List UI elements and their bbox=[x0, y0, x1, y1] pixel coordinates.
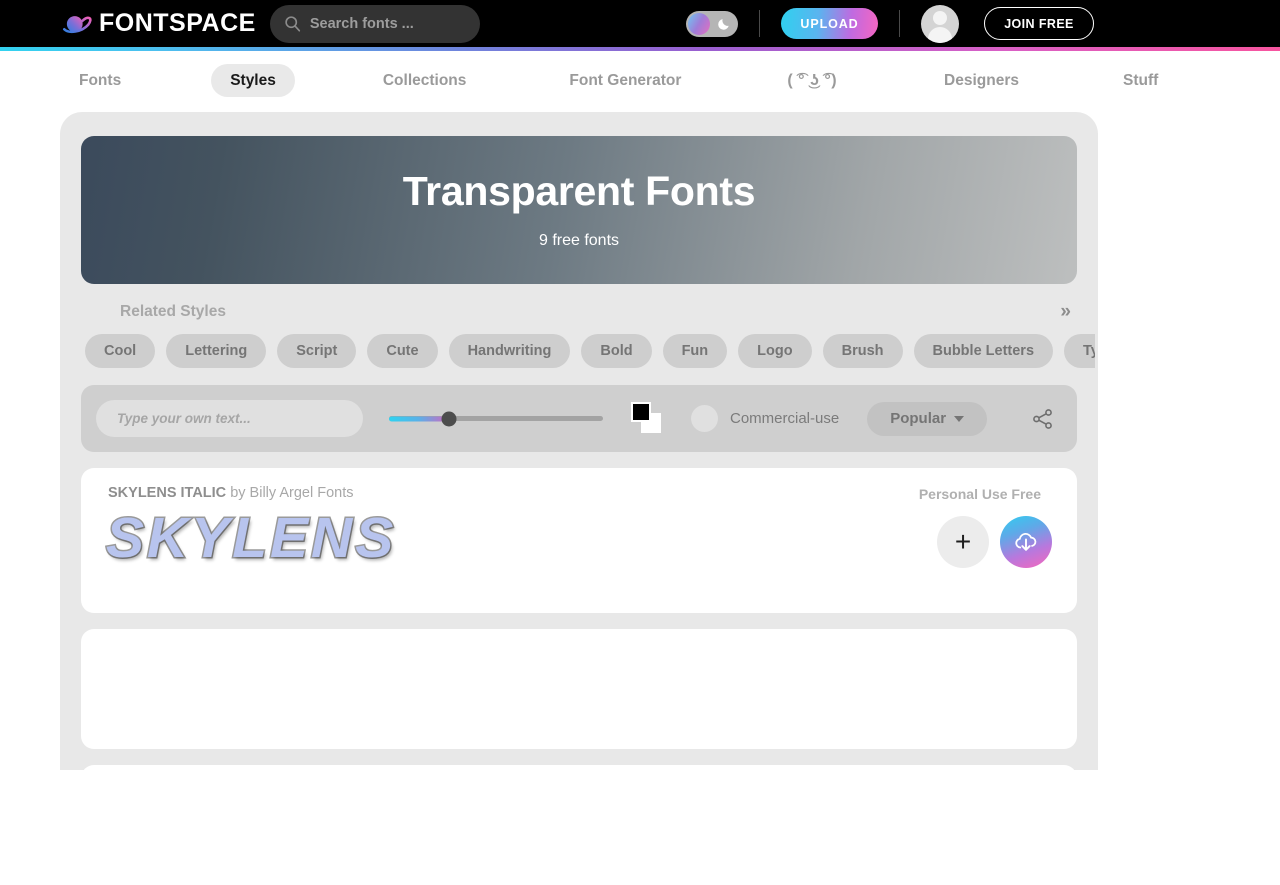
nav-item-fonts[interactable]: Fonts bbox=[60, 64, 140, 98]
toggle-thumb bbox=[688, 12, 710, 35]
logo-text: FONTSPACE bbox=[99, 9, 256, 37]
search-input[interactable] bbox=[309, 15, 460, 32]
related-styles-section: Related Styles » Cool Lettering Script C… bbox=[81, 302, 1095, 369]
nav-item-stuff[interactable]: Stuff bbox=[1104, 64, 1177, 98]
upload-button[interactable]: UPLOAD bbox=[781, 8, 878, 39]
moon-icon bbox=[718, 18, 729, 30]
sort-dropdown-label: Popular bbox=[890, 410, 947, 428]
chip-overflow[interactable]: Ty bbox=[1064, 333, 1095, 369]
preview-toolbar: Commercial-use Popular bbox=[81, 385, 1077, 453]
chip-brush[interactable]: Brush bbox=[822, 333, 903, 369]
related-chips-row[interactable]: Cool Lettering Script Cute Handwriting B… bbox=[85, 333, 1095, 369]
chip-cute[interactable]: Cute bbox=[367, 333, 438, 369]
chip-logo[interactable]: Logo bbox=[738, 333, 812, 369]
commercial-use-label: Commercial-use bbox=[730, 410, 840, 428]
download-button[interactable] bbox=[1000, 516, 1052, 569]
font-count-label: 9 free fonts bbox=[538, 232, 620, 249]
sort-dropdown[interactable]: Popular bbox=[867, 401, 988, 436]
content-container: Transparent Fonts 9 free fonts Related S… bbox=[60, 112, 1098, 885]
site-header: FONTSPACE UPLOAD JOIN FREE bbox=[0, 0, 1280, 47]
divider bbox=[899, 10, 900, 37]
nav-item-kaomoji[interactable]: ( ͡° ͜ʖ ͡°) bbox=[768, 64, 856, 98]
add-to-collection-button[interactable]: + bbox=[937, 516, 989, 569]
font-card-placeholder[interactable] bbox=[81, 765, 1077, 885]
commercial-use-toggle[interactable]: Commercial-use bbox=[691, 405, 840, 433]
chip-cool[interactable]: Cool bbox=[85, 333, 156, 369]
foreground-color-swatch[interactable] bbox=[631, 402, 651, 423]
header-actions: UPLOAD JOIN FREE bbox=[686, 4, 1094, 43]
search-icon bbox=[285, 16, 300, 32]
share-icon[interactable] bbox=[1031, 407, 1055, 431]
font-card-placeholder[interactable] bbox=[81, 629, 1077, 750]
font-card[interactable]: SKYLENS ITALIC by Billy Argel Fonts SKYL… bbox=[81, 468, 1077, 614]
planet-icon bbox=[62, 15, 92, 33]
nav-item-designers[interactable]: Designers bbox=[925, 64, 1038, 98]
font-card-actions: + bbox=[937, 516, 1052, 569]
plus-icon: + bbox=[954, 526, 972, 558]
search-box[interactable] bbox=[269, 4, 480, 43]
font-card-meta: SKYLENS ITALIC by Billy Argel Fonts bbox=[108, 486, 354, 501]
font-preview-text: SKYLENS bbox=[104, 505, 397, 572]
page-title: Transparent Fonts bbox=[402, 168, 756, 214]
chip-fun[interactable]: Fun bbox=[662, 333, 728, 369]
font-author: by Billy Argel Fonts bbox=[230, 485, 354, 502]
chip-script[interactable]: Script bbox=[277, 333, 357, 369]
main-nav: Fonts Styles Collections Font Generator … bbox=[0, 51, 1280, 110]
hero-banner: Transparent Fonts 9 free fonts bbox=[81, 136, 1077, 284]
chip-handwriting[interactable]: Handwriting bbox=[448, 333, 571, 369]
font-preview: SKYLENS bbox=[104, 502, 397, 574]
chip-lettering[interactable]: Lettering bbox=[166, 333, 267, 369]
cloud-download-icon bbox=[1015, 533, 1037, 551]
logo[interactable]: FONTSPACE bbox=[62, 11, 256, 37]
avatar[interactable] bbox=[921, 4, 959, 43]
color-swatches[interactable] bbox=[631, 402, 664, 435]
chip-bold[interactable]: Bold bbox=[581, 333, 652, 369]
theme-toggle[interactable] bbox=[686, 10, 738, 37]
chevron-double-right-icon[interactable]: » bbox=[1060, 302, 1071, 321]
chevron-down-icon bbox=[954, 415, 965, 422]
related-styles-label: Related Styles bbox=[120, 303, 226, 320]
nav-item-styles[interactable]: Styles bbox=[211, 63, 295, 98]
commercial-use-circle[interactable] bbox=[691, 405, 718, 433]
font-name: SKYLENS ITALIC bbox=[108, 485, 227, 502]
divider bbox=[759, 10, 760, 37]
chip-bubble-letters[interactable]: Bubble Letters bbox=[913, 333, 1054, 369]
nav-item-font-generator[interactable]: Font Generator bbox=[550, 64, 700, 98]
nav-item-collections[interactable]: Collections bbox=[364, 64, 486, 98]
custom-text-input[interactable] bbox=[96, 400, 363, 438]
license-badge: Personal Use Free bbox=[918, 486, 1041, 503]
slider-thumb[interactable] bbox=[441, 411, 457, 427]
font-size-slider[interactable] bbox=[389, 409, 603, 429]
join-free-button[interactable]: JOIN FREE bbox=[984, 7, 1094, 40]
